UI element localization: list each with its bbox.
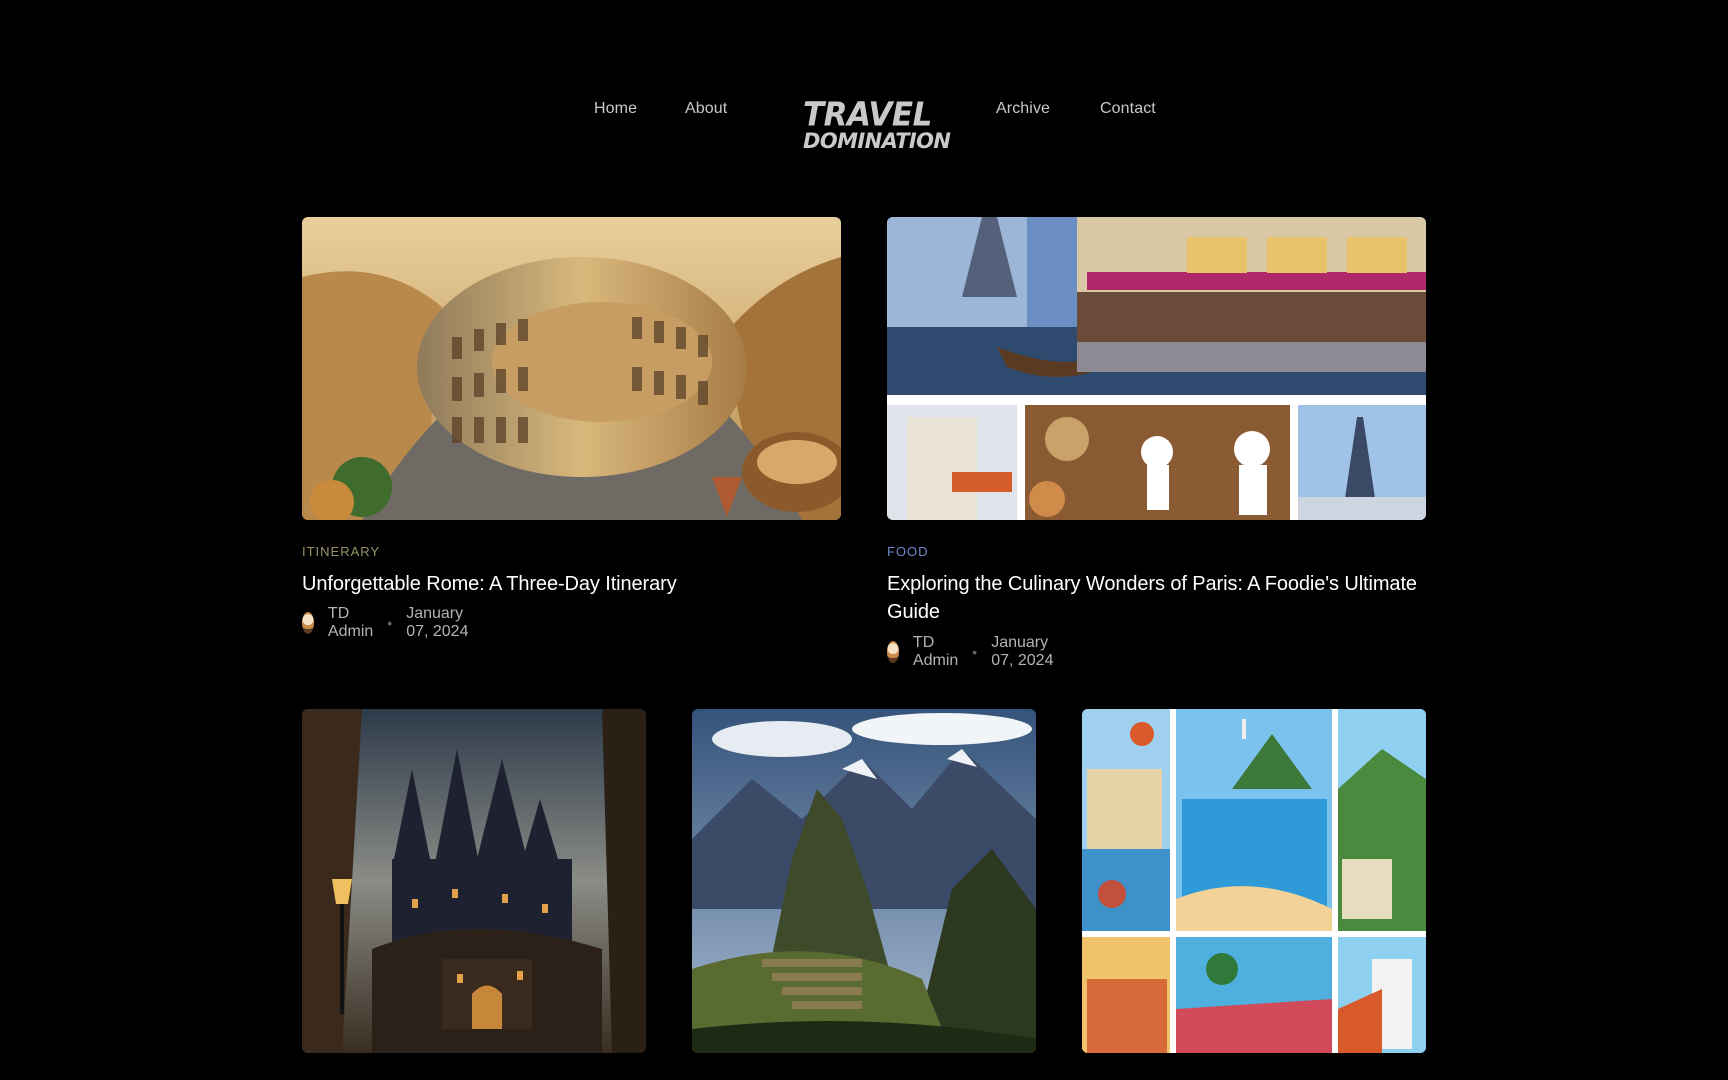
post-meta: TD Admin • January 07, 2024 [887,634,1058,669]
author-name[interactable]: TD Admin [328,605,373,641]
post-meta: TD Admin • January 07, 2024 [302,605,473,640]
logo-line-1: TRAVEL [803,96,932,134]
logo-line-2: DOMINATION [803,129,951,153]
post-category[interactable]: ITINERARY [302,544,380,559]
post-thumbnail[interactable] [692,709,1036,1053]
machu-picchu-illustration [692,709,1036,1053]
post-title[interactable]: Exploring the Culinary Wonders of Paris:… [887,570,1426,626]
meta-separator: • [387,615,393,631]
paris-collage-illustration [887,217,1426,520]
rio-collage-illustration [1082,709,1426,1053]
post-thumbnail[interactable] [302,217,841,520]
author-avatar [887,641,899,663]
meta-separator: • [972,644,978,660]
post-category[interactable]: FOOD [887,544,929,559]
gothic-castle-illustration [302,709,646,1053]
post-thumbnail[interactable] [302,709,646,1053]
nav-home-link[interactable]: Home [594,100,637,118]
nav-contact-link[interactable]: Contact [1100,100,1156,118]
page: Home About TRAVEL DOMINATION Archive Con… [0,0,1728,1080]
main-nav: Home About TRAVEL DOMINATION Archive Con… [0,78,1728,152]
author-name[interactable]: TD Admin [913,634,958,670]
post-thumbnail[interactable] [1082,709,1426,1053]
colosseum-illustration [302,217,841,520]
post-date: January 07, 2024 [406,605,469,640]
nav-about-link[interactable]: About [685,100,727,118]
post-title[interactable]: Unforgettable Rome: A Three-Day Itinerar… [302,570,841,598]
post-date: January 07, 2024 [991,634,1054,669]
nav-archive-link[interactable]: Archive [996,100,1050,118]
post-thumbnail[interactable] [887,217,1426,520]
author-avatar [302,612,314,634]
site-logo[interactable]: TRAVEL DOMINATION [803,96,951,154]
